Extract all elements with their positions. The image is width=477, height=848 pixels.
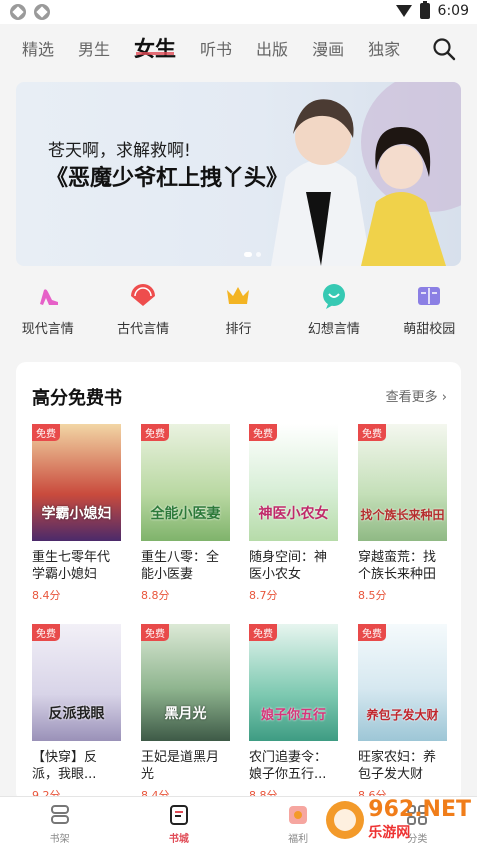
tab-male[interactable]: 男生 [78, 38, 110, 62]
book-cover: 免费 黑月光 [141, 624, 230, 741]
wifi-icon [395, 5, 412, 17]
book-title: 重生八零：全能小医妻 [141, 550, 220, 582]
free-badge: 免费 [141, 624, 169, 641]
book-item[interactable]: 免费 学霸小媳妇 重生七零年代学霸小媳妇 8.4分 [32, 424, 121, 603]
chat-bubble-icon [322, 284, 345, 309]
book-score: 8.8分 [141, 589, 170, 602]
book-item[interactable]: 免费 找个族长来种田 穿越蛮荒：找个族长来种田 8.5分 [358, 424, 447, 603]
book-score: 8.7分 [249, 589, 278, 602]
tab-comics[interactable]: 漫画 [312, 38, 344, 62]
category-ancient-romance[interactable]: 古代言情 [95, 282, 190, 348]
book-item[interactable]: 免费 养包子发大财 旺家农妇：养包子发大财 8.6分 [358, 624, 447, 803]
see-more-label: 查看更多 [385, 390, 438, 405]
tab-exclusive[interactable]: 独家 [368, 38, 400, 62]
book-item[interactable]: 免费 娘子你五行 农门追妻令：娘子你五行... 8.8分 [249, 624, 338, 803]
chevron-right-icon: › [441, 390, 447, 405]
book-cover: 免费 娘子你五行 [249, 624, 338, 741]
book-item[interactable]: 免费 反派我眼 【快穿】反派，我眼... 9.2分 [32, 624, 121, 803]
nav-label: 书架 [49, 834, 70, 845]
book-title: 随身空间：神医小农女 [249, 550, 328, 582]
free-badge: 免费 [249, 624, 277, 641]
category-modern-romance[interactable]: 现代言情 [0, 282, 95, 348]
book-cover: 免费 全能小医妻 [141, 424, 230, 541]
book-cover: 免费 反派我眼 [32, 624, 121, 741]
status-time: 6:09 [437, 3, 469, 19]
book-cover: 免费 找个族长来种田 [358, 424, 447, 541]
category-ranking[interactable]: 排行 [191, 282, 286, 348]
category-row: 现代言情 古代言情 排行 幻想言情 萌甜校园 [0, 282, 477, 348]
banner-title: 《恶魔少爷杠上拽丫头》 [46, 166, 289, 191]
book-title: 旺家农妇：养包子发大财 [358, 750, 437, 782]
book-score: 8.4分 [32, 589, 61, 602]
nav-label: 福利 [288, 834, 309, 845]
section-title: 高分免费书 [32, 388, 122, 409]
banner-pager [244, 252, 261, 257]
category-fantasy-romance[interactable]: 幻想言情 [286, 282, 381, 348]
book-cover: 免费 神医小农女 [249, 424, 338, 541]
cover-text: 学霸小媳妇 [41, 506, 112, 522]
nav-bookshelf[interactable]: 书架 [0, 797, 119, 848]
book-cover: 免费 养包子发大财 [358, 624, 447, 741]
book-title: 【快穿】反派，我眼... [32, 750, 98, 782]
cover-text: 找个族长来种田 [360, 508, 445, 522]
book-item[interactable]: 免费 黑月光 王妃是道黑月光 8.4分 [141, 624, 230, 803]
tab-female[interactable]: 女生 [134, 36, 176, 62]
notification-icon [10, 4, 26, 20]
watermark-emblem-icon [326, 801, 365, 839]
tab-audio[interactable]: 听书 [200, 38, 232, 62]
book-icon [418, 287, 441, 305]
cover-text: 神医小农女 [258, 506, 329, 522]
promo-banner[interactable]: 苍天啊，求解救啊! 《恶魔少爷杠上拽丫头》 [16, 82, 461, 266]
status-bar: 6:09 [0, 0, 477, 24]
book-title: 农门追妻令：娘子你五行... [249, 750, 328, 782]
bookstore-icon [169, 805, 188, 825]
gift-icon [289, 806, 308, 824]
tab-publish[interactable]: 出版 [256, 38, 288, 62]
category-label: 排行 [225, 322, 252, 337]
cover-text: 全能小医妻 [150, 506, 221, 522]
book-score: 8.5分 [358, 589, 387, 602]
category-campus[interactable]: 萌甜校园 [382, 282, 477, 348]
watermark-logo: 962.NET 乐游网 [326, 798, 471, 842]
book-item[interactable]: 免费 神医小农女 随身空间：神医小农女 8.7分 [249, 424, 338, 603]
category-label: 古代言情 [117, 322, 170, 337]
cover-text: 娘子你五行 [260, 708, 326, 723]
free-badge: 免费 [249, 424, 277, 441]
crown-icon [227, 287, 250, 304]
notification-icon-2 [34, 4, 50, 20]
tab-featured[interactable]: 精选 [22, 38, 54, 62]
watermark-text: 962.NET [368, 797, 471, 822]
banner-subtitle: 苍天啊，求解救啊! [48, 141, 191, 161]
fan-icon [131, 284, 156, 306]
cover-text: 反派我眼 [48, 706, 105, 722]
category-label: 幻想言情 [307, 322, 360, 337]
nav-bookstore[interactable]: 书城 [119, 797, 238, 848]
nav-label: 书城 [168, 834, 189, 845]
see-more-link[interactable]: 查看更多 › [386, 386, 447, 405]
search-icon[interactable] [431, 36, 457, 62]
cover-text: 养包子发大财 [366, 708, 439, 722]
pager-dot [256, 252, 261, 257]
cover-text: 黑月光 [164, 706, 207, 722]
book-title: 王妃是道黑月光 [141, 750, 220, 782]
free-badge: 免费 [32, 624, 60, 641]
category-label: 现代言情 [21, 322, 74, 337]
high-heel-icon [39, 289, 58, 305]
bookshelf-icon [50, 805, 69, 824]
battery-icon [419, 1, 430, 19]
book-title: 穿越蛮荒：找个族长来种田 [358, 550, 437, 582]
pager-dot [244, 252, 252, 257]
free-badge: 免费 [141, 424, 169, 441]
watermark-subtext: 乐游网 [368, 825, 411, 841]
free-badge: 免费 [32, 424, 60, 441]
book-title: 重生七零年代学霸小媳妇 [32, 550, 111, 582]
free-badge: 免费 [358, 624, 386, 641]
book-item[interactable]: 免费 全能小医妻 重生八零：全能小医妻 8.8分 [141, 424, 230, 603]
top-nav: 精选 男生 女生 听书 出版 漫画 独家 [0, 24, 477, 74]
category-label: 萌甜校园 [403, 322, 456, 337]
free-books-section: 高分免费书 查看更多 › 免费 学霸小媳妇 重生七零年代学霸小媳妇 8.4分 免… [16, 362, 461, 802]
book-cover: 免费 学霸小媳妇 [32, 424, 121, 541]
free-badge: 免费 [358, 424, 386, 441]
